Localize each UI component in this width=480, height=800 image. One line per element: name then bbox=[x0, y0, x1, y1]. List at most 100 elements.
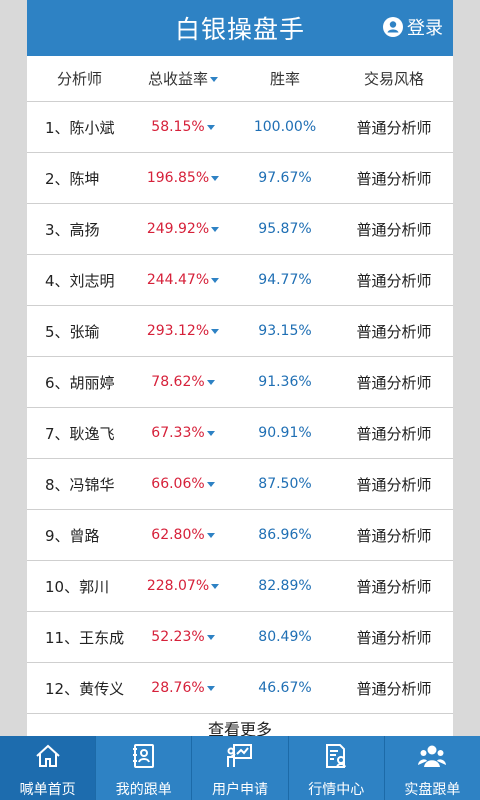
table-row[interactable]: 11、王东成 52.23% 80.49% 普通分析师 bbox=[27, 612, 453, 663]
total-return-value: 78.62% bbox=[151, 374, 205, 390]
tab-label: 用户申请 bbox=[212, 782, 268, 798]
win-rate-value: 86.96% bbox=[258, 527, 312, 543]
down-arrow-icon bbox=[206, 379, 215, 385]
bottom-tab-bar: 喊单首页 我的跟单 用户申请 行情中心 实盘跟单 bbox=[0, 736, 480, 800]
down-arrow-icon bbox=[206, 481, 215, 487]
table-row[interactable]: 6、胡丽婷 78.62% 91.36% 普通分析师 bbox=[27, 357, 453, 408]
win-rate-value: 46.67% bbox=[258, 680, 312, 696]
down-arrow-icon bbox=[206, 532, 215, 538]
win-rate-value: 93.15% bbox=[258, 323, 312, 339]
total-return-cell: 58.15% bbox=[131, 119, 235, 135]
analyst-name: 5、张瑜 bbox=[45, 322, 100, 341]
win-rate-value: 97.67% bbox=[258, 170, 312, 186]
total-return-value: 228.07% bbox=[146, 578, 210, 594]
analyst-name: 6、胡丽婷 bbox=[45, 373, 115, 392]
win-rate-value: 87.50% bbox=[258, 476, 312, 492]
trade-style-value: 普通分析师 bbox=[356, 628, 432, 647]
total-return-value: 58.15% bbox=[151, 119, 205, 135]
trade-style-value: 普通分析师 bbox=[356, 475, 432, 494]
analyst-name: 3、高扬 bbox=[45, 220, 100, 239]
tab-label: 喊单首页 bbox=[19, 782, 76, 798]
win-rate-value: 90.91% bbox=[258, 425, 312, 441]
tab-5[interactable]: 实盘跟单 bbox=[385, 736, 480, 800]
login-button[interactable]: 登录 bbox=[383, 14, 443, 40]
analyst-name: 9、曾路 bbox=[45, 526, 100, 545]
analyst-name: 7、耿逸飞 bbox=[45, 424, 115, 443]
sort-down-icon bbox=[210, 77, 218, 82]
down-arrow-icon bbox=[211, 328, 220, 334]
tab-label: 我的跟单 bbox=[115, 782, 172, 798]
total-return-cell: 52.23% bbox=[131, 629, 235, 645]
analyst-name: 12、黄传义 bbox=[45, 679, 125, 698]
analyst-name: 4、刘志明 bbox=[45, 271, 115, 290]
tab-label: 实盘跟单 bbox=[404, 782, 461, 798]
win-rate-value: 80.49% bbox=[258, 629, 312, 645]
trade-style-value: 普通分析师 bbox=[356, 118, 432, 137]
load-more-button[interactable]: 查看更多 bbox=[27, 716, 453, 736]
total-return-value: 244.47% bbox=[146, 272, 210, 288]
win-rate-value: 94.77% bbox=[258, 272, 312, 288]
column-header-win-rate: 胜率 bbox=[269, 70, 300, 88]
win-rate-value: 95.87% bbox=[258, 221, 312, 237]
table-row[interactable]: 2、陈坤 196.85% 97.67% 普通分析师 bbox=[27, 153, 453, 204]
trade-style-value: 普通分析师 bbox=[356, 679, 432, 698]
home-icon bbox=[33, 741, 63, 775]
table-row[interactable]: 10、郭川 228.07% 82.89% 普通分析师 bbox=[27, 561, 453, 612]
table-row[interactable]: 8、冯锦华 66.06% 87.50% 普通分析师 bbox=[27, 459, 453, 510]
table-row[interactable]: 5、张瑜 293.12% 93.15% 普通分析师 bbox=[27, 306, 453, 357]
trade-style-value: 普通分析师 bbox=[356, 322, 432, 341]
analyst-name: 8、冯锦华 bbox=[45, 475, 115, 494]
total-return-value: 66.06% bbox=[151, 476, 205, 492]
down-arrow-icon bbox=[211, 175, 220, 181]
presenter-board-icon bbox=[225, 741, 255, 775]
trade-style-value: 普通分析师 bbox=[356, 526, 432, 545]
tab-label: 行情中心 bbox=[308, 782, 365, 798]
analyst-name: 2、陈坤 bbox=[45, 169, 100, 188]
total-return-value: 28.76% bbox=[151, 680, 205, 696]
total-return-value: 293.12% bbox=[146, 323, 210, 339]
total-return-cell: 196.85% bbox=[131, 170, 235, 186]
table-row[interactable]: 12、黄传义 28.76% 46.67% 普通分析师 bbox=[27, 663, 453, 714]
tab-2[interactable]: 我的跟单 bbox=[96, 736, 193, 800]
win-rate-value: 82.89% bbox=[258, 578, 312, 594]
app-header: 白银操盘手 登录 bbox=[27, 0, 453, 56]
trade-style-value: 普通分析师 bbox=[356, 373, 432, 392]
trade-style-value: 普通分析师 bbox=[356, 169, 432, 188]
total-return-cell: 78.62% bbox=[131, 374, 235, 390]
total-return-value: 52.23% bbox=[151, 629, 205, 645]
tab-4[interactable]: 行情中心 bbox=[289, 736, 385, 800]
table-row[interactable]: 9、曾路 62.80% 86.96% 普通分析师 bbox=[27, 510, 453, 561]
down-arrow-icon bbox=[206, 634, 215, 640]
trade-style-value: 普通分析师 bbox=[356, 271, 432, 290]
user-icon bbox=[383, 17, 403, 37]
down-arrow-icon bbox=[206, 685, 215, 691]
win-rate-value: 91.36% bbox=[258, 374, 312, 390]
trade-style-value: 普通分析师 bbox=[356, 220, 432, 239]
tab-1[interactable]: 喊单首页 bbox=[0, 736, 97, 800]
total-return-cell: 66.06% bbox=[131, 476, 235, 492]
table-row[interactable]: 7、耿逸飞 67.33% 90.91% 普通分析师 bbox=[27, 408, 453, 459]
analyst-table: 分析师 总收益率 胜率 交易风格 1、陈小斌 58.15% 100.00% 普通分析师… bbox=[27, 56, 453, 736]
table-row[interactable]: 1、陈小斌 58.15% 100.00% 普通分析师 bbox=[27, 102, 453, 153]
analyst-name: 1、陈小斌 bbox=[45, 118, 115, 137]
total-return-cell: 293.12% bbox=[131, 323, 235, 339]
down-arrow-icon bbox=[211, 226, 220, 232]
total-return-cell: 249.92% bbox=[131, 221, 235, 237]
down-arrow-icon bbox=[211, 277, 220, 283]
trade-style-value: 普通分析师 bbox=[356, 577, 432, 596]
total-return-cell: 67.33% bbox=[131, 425, 235, 441]
win-rate-value: 100.00% bbox=[253, 119, 317, 135]
tab-3[interactable]: 用户申请 bbox=[192, 736, 289, 800]
column-header-trade-style: 交易风格 bbox=[363, 70, 424, 88]
total-return-value: 62.80% bbox=[151, 527, 205, 543]
table-row[interactable]: 3、高扬 249.92% 95.87% 普通分析师 bbox=[27, 204, 453, 255]
total-return-cell: 244.47% bbox=[131, 272, 235, 288]
down-arrow-icon bbox=[211, 583, 220, 589]
total-return-cell: 62.80% bbox=[131, 527, 235, 543]
column-header-total-return[interactable]: 总收益率 bbox=[131, 68, 235, 89]
table-row[interactable]: 4、刘志明 244.47% 94.77% 普通分析师 bbox=[27, 255, 453, 306]
analyst-name: 11、王东成 bbox=[45, 628, 125, 647]
total-return-value: 67.33% bbox=[151, 425, 205, 441]
column-header-analyst: 分析师 bbox=[57, 70, 103, 88]
analyst-name: 10、郭川 bbox=[45, 577, 110, 596]
